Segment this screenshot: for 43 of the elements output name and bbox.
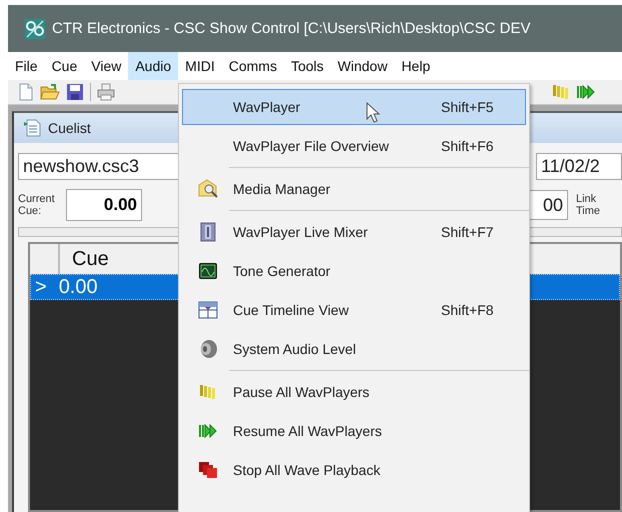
window-title: CTR Electronics - CSC Show Control [C:\Users\Rich\Desktop\CSC DEV bbox=[52, 20, 530, 37]
pause-bars-icon[interactable] bbox=[552, 84, 570, 100]
fast-forward-icon bbox=[198, 423, 218, 439]
row-marker: > bbox=[35, 276, 47, 298]
stacked-squares-icon bbox=[198, 461, 218, 479]
pause-bars-icon bbox=[199, 384, 217, 400]
menu-item[interactable]: System Audio Level bbox=[182, 331, 526, 367]
fast-forward-icon[interactable] bbox=[576, 84, 596, 100]
new-document-icon[interactable] bbox=[18, 83, 34, 101]
shortcut-label: Shift+F6 bbox=[441, 138, 495, 154]
current-cue-field[interactable]: 0.00 bbox=[66, 189, 142, 221]
timeline-icon bbox=[198, 300, 218, 320]
window-title: Cuelist bbox=[48, 120, 91, 136]
menu-item[interactable]: Tone Generator bbox=[182, 253, 526, 289]
printer-icon[interactable] bbox=[97, 83, 115, 101]
menu-item[interactable]: Window bbox=[330, 52, 394, 80]
menu-item[interactable]: Cue Timeline View Shift+F8 bbox=[182, 292, 526, 328]
current-cue-label: Current Cue: bbox=[18, 193, 56, 217]
link-time-label: Link Time bbox=[576, 193, 602, 217]
mouse-cursor-icon bbox=[366, 102, 380, 123]
menu-item[interactable]: Stop All Wave Playback bbox=[182, 452, 526, 488]
menu-item[interactable]: Tools bbox=[284, 52, 331, 80]
waveform-screen-icon bbox=[198, 262, 218, 280]
shortcut-label: Shift+F8 bbox=[441, 302, 495, 318]
menu-item[interactable]: Pause All WavPlayers bbox=[182, 374, 526, 410]
menu-item[interactable]: View bbox=[84, 52, 128, 80]
menu-item[interactable]: Help bbox=[394, 52, 438, 80]
save-icon[interactable] bbox=[66, 83, 84, 101]
menu-item[interactable]: File bbox=[8, 52, 45, 80]
date-field[interactable]: 11/02/2 bbox=[536, 153, 622, 180]
magnifier-envelope-icon bbox=[198, 179, 218, 199]
app-logo-icon bbox=[24, 18, 46, 40]
menu-item[interactable]: Resume All WavPlayers bbox=[182, 413, 526, 449]
menu-item[interactable]: MIDI bbox=[178, 52, 222, 80]
menu-item[interactable]: Audio bbox=[128, 52, 178, 80]
shortcut-label: Shift+F5 bbox=[441, 99, 495, 115]
table-cell: 0.00 bbox=[58, 276, 98, 298]
menu-item[interactable]: WavPlayer Shift+F5 bbox=[182, 89, 526, 125]
menu-item[interactable]: Comms bbox=[222, 52, 284, 80]
open-folder-icon[interactable] bbox=[40, 83, 60, 101]
list-document-icon bbox=[24, 119, 42, 137]
speaker-icon bbox=[198, 339, 218, 359]
menu-item[interactable]: Cue bbox=[44, 52, 84, 80]
